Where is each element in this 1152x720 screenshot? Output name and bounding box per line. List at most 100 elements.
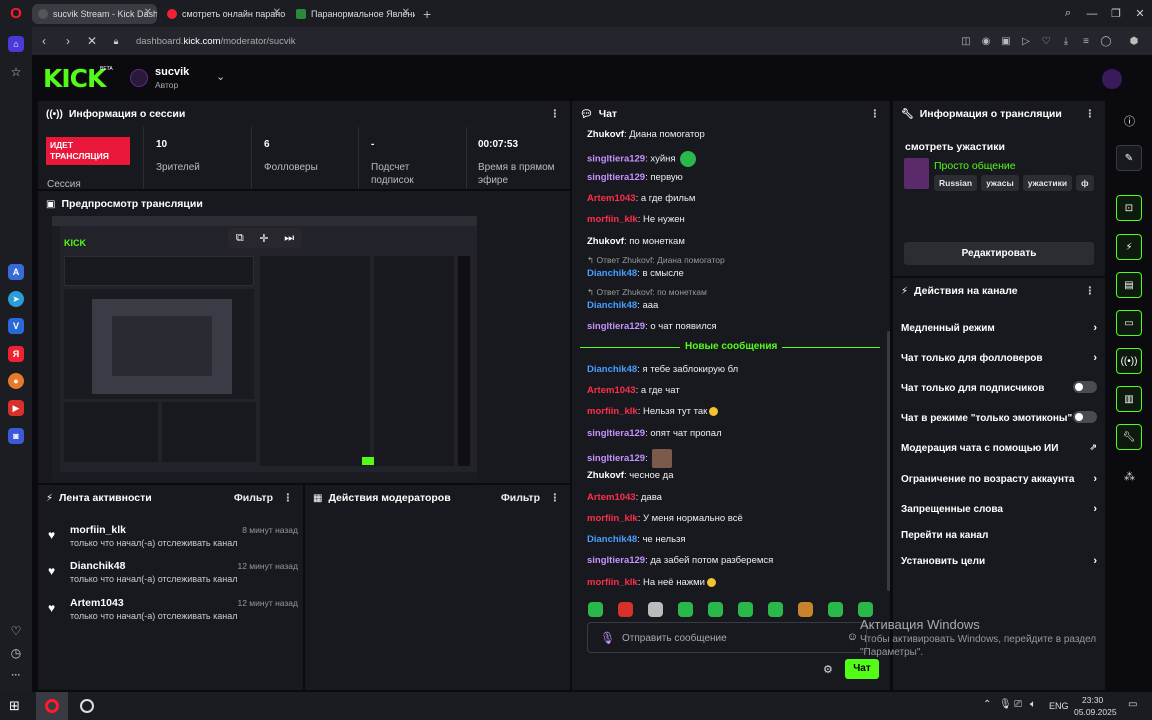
yandex-icon[interactable]: Я	[8, 346, 24, 362]
chevron-down-icon[interactable]: ⌄	[216, 70, 225, 83]
star-icon[interactable]: ☆	[8, 64, 24, 80]
tag[interactable]: Russian	[934, 175, 978, 191]
language-indicator[interactable]: ENG	[1049, 701, 1069, 711]
opera-logo-icon[interactable]: O	[0, 0, 32, 27]
new-tab-button[interactable]: +	[423, 6, 431, 22]
clock-date[interactable]: 05.09.2025	[1074, 707, 1117, 717]
taskbar-opera[interactable]	[36, 692, 68, 720]
search-icon[interactable]: ⌕	[1056, 7, 1080, 20]
reply-context[interactable]: ↰ Ответ Zhukovf: по монеткам	[587, 287, 707, 298]
stream-category[interactable]: Просто общение	[934, 160, 1016, 172]
chat-username[interactable]: Dianchik48	[587, 300, 637, 311]
add-icon[interactable]: ✛	[259, 232, 268, 245]
emote-icon[interactable]	[828, 602, 843, 617]
channel-action-item[interactable]: Ограничение по возрасту аккаунта ›	[901, 473, 1097, 485]
mic-tray-icon[interactable]: 🎙︎	[999, 699, 1012, 710]
stop-loading-icon[interactable]: ✕	[80, 34, 104, 48]
apps-icon[interactable]: ⁂	[1124, 470, 1135, 483]
telegram-icon[interactable]: ➤	[8, 291, 24, 307]
edit-button[interactable]: Редактировать	[904, 242, 1094, 265]
clock-time[interactable]: 23:30	[1082, 695, 1103, 705]
activity-user[interactable]: morfiin_klk	[70, 524, 126, 536]
popout-icon[interactable]: ⧉	[236, 232, 244, 245]
emote-icon[interactable]	[738, 602, 753, 617]
chat-username[interactable]: morfiin_klk	[587, 577, 638, 588]
chat-username[interactable]: singltiera129	[587, 453, 645, 464]
chat-username[interactable]: Zhukovf	[587, 129, 624, 140]
activity-user[interactable]: Dianchik48	[70, 560, 125, 572]
gear-icon[interactable]: ⚙	[823, 663, 833, 676]
close-window-icon[interactable]: ✕	[1128, 7, 1152, 20]
windows-start-icon[interactable]: ⊞	[9, 698, 20, 714]
emoji-icon[interactable]: ☺	[847, 631, 858, 643]
channel-action-item[interactable]: Запрещенные слова ›	[901, 503, 1097, 515]
info-icon[interactable]: ⓘ	[1124, 113, 1135, 129]
translate-icon[interactable]: ▣	[996, 36, 1016, 47]
more-options-icon[interactable]: ⋮	[550, 108, 561, 120]
emote-icon[interactable]	[858, 602, 873, 617]
heart-icon[interactable]: ♡	[1036, 36, 1056, 47]
minimize-icon[interactable]: —	[1080, 8, 1104, 20]
tab-search[interactable]: смотреть онлайн парано ✕	[161, 4, 286, 24]
app-icon[interactable]: ●	[8, 373, 24, 389]
chat-tool-icon[interactable]: ▭	[1116, 310, 1142, 336]
reply-context[interactable]: ↰ Ответ Zhukovf: Диана помогатор	[587, 255, 725, 266]
tray-chevron-icon[interactable]: ⌃	[983, 699, 991, 710]
chat-username[interactable]: Artem1043	[587, 492, 636, 503]
tag[interactable]: ф	[1076, 175, 1094, 191]
camera-icon[interactable]: ◉	[976, 36, 996, 47]
toggle-switch[interactable]	[1073, 411, 1097, 423]
restore-icon[interactable]: ❐	[1104, 7, 1128, 20]
send-chat-button[interactable]: Чат	[845, 659, 879, 679]
more-options-icon[interactable]: ⋮	[1085, 285, 1096, 297]
chat-input[interactable]: 🎙︎ Отправить сообщение ☺	[587, 622, 867, 653]
chat-username[interactable]: Zhukovf	[587, 236, 624, 247]
more-options-icon[interactable]: ⋮	[1085, 108, 1096, 120]
more-options-icon[interactable]: ⋮	[870, 108, 881, 120]
chat-username[interactable]: Dianchik48	[587, 268, 637, 279]
skip-icon[interactable]: ⏭	[284, 232, 294, 245]
more-icon[interactable]: ···	[8, 667, 24, 683]
broadcast-tool-icon[interactable]: ((•))	[1116, 348, 1142, 374]
chat-scrollbar[interactable]	[887, 331, 890, 591]
stack-tool-icon[interactable]: ▥	[1116, 386, 1142, 412]
channel-avatar[interactable]	[130, 69, 148, 87]
volume-icon[interactable]: 🔈︎	[1030, 699, 1036, 710]
channel-action-item[interactable]: Установить цели ›	[901, 555, 1097, 567]
chat-username[interactable]: Dianchik48	[587, 364, 637, 375]
emote-icon[interactable]	[798, 602, 813, 617]
stream-preview-video[interactable]: KICK ⧉ ✛ ⏭	[52, 216, 477, 482]
filter-button[interactable]: Фильтр	[234, 492, 273, 504]
chat-username[interactable]: Zhukovf	[587, 470, 624, 481]
chat-username[interactable]: singltiera129	[587, 172, 645, 183]
emote-icon[interactable]	[648, 602, 663, 617]
channel-action-item[interactable]: Модерация чата с помощью ИИ ⇗	[901, 442, 1097, 454]
emote-icon[interactable]	[588, 602, 603, 617]
wrench-tool-icon[interactable]: 🔧︎	[1116, 424, 1142, 450]
snapshot-icon[interactable]: ◫	[956, 36, 976, 47]
menu-icon[interactable]: ≡	[1076, 36, 1096, 47]
mic-icon[interactable]: 🎙︎	[600, 631, 615, 645]
extensions-icon[interactable]: ⬢	[1124, 36, 1144, 47]
edit-tool-icon[interactable]: ✎	[1116, 145, 1142, 171]
channel-action-item[interactable]: Медленный режим ›	[901, 322, 1097, 334]
category-thumbnail[interactable]	[904, 158, 929, 189]
tab-movie[interactable]: Паранормальное Явлени ✕	[290, 4, 415, 24]
back-icon[interactable]: ‹	[32, 34, 56, 48]
activity-user[interactable]: Artem1043	[70, 597, 124, 609]
emote-icon[interactable]	[708, 602, 723, 617]
history-icon[interactable]: ◷	[8, 645, 24, 661]
chat-username[interactable]: morfiin_klk	[587, 513, 638, 524]
channel-action-item[interactable]: Перейти на канал	[901, 530, 1097, 541]
chat-username[interactable]: singltiera129	[587, 428, 645, 439]
chat-username[interactable]: morfiin_klk	[587, 406, 638, 417]
chat-username[interactable]: singltiera129	[587, 555, 645, 566]
home-icon[interactable]: ⌂	[8, 36, 24, 52]
kick-logo[interactable]: KICK	[43, 64, 106, 93]
tab-kick-dashboard[interactable]: sucvik Stream - Kick Dash ✕	[32, 3, 157, 24]
profile-icon[interactable]: ◯	[1096, 36, 1116, 47]
chat-username[interactable]: Dianchik48	[587, 534, 637, 545]
scan-tool-icon[interactable]: ⊡	[1116, 195, 1142, 221]
channel-action-item[interactable]: Чат только для подписчиков	[901, 381, 1097, 394]
download-icon[interactable]: ⤓	[1056, 36, 1076, 47]
